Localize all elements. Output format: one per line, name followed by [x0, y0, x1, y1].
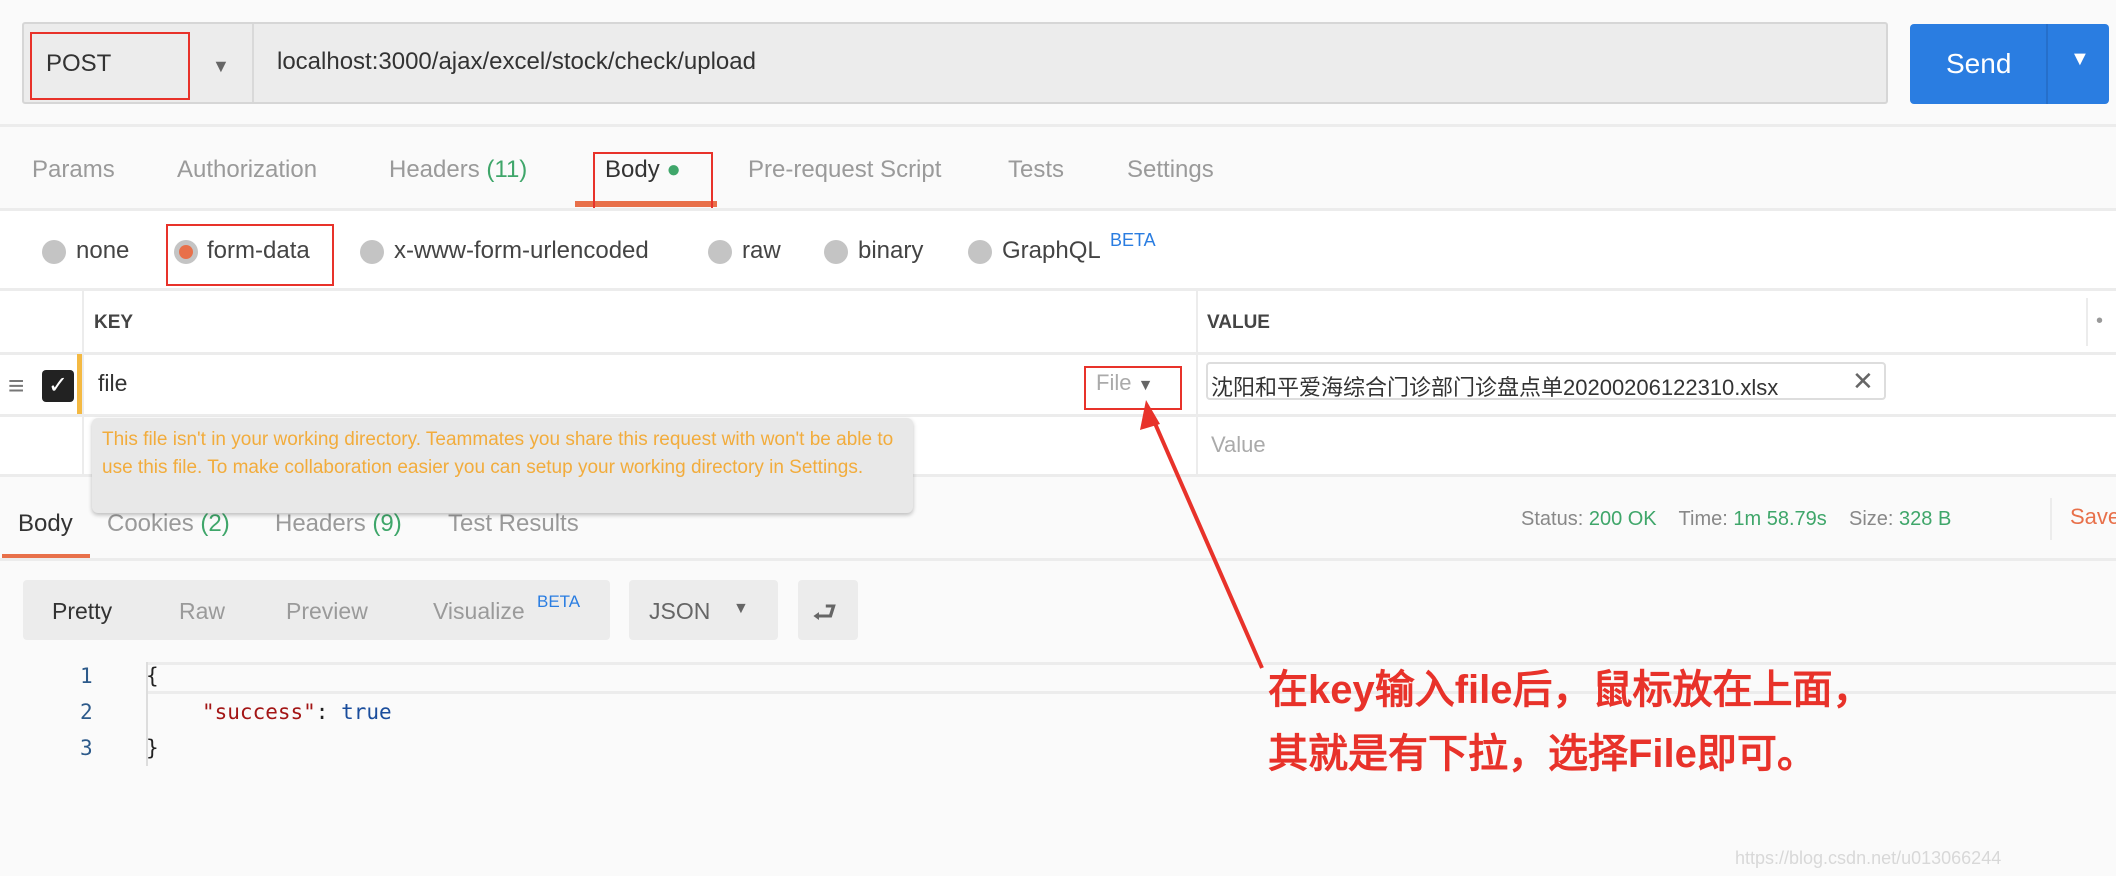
arrow-line — [1148, 411, 1264, 669]
annotation-text: 在key输入file后，鼠标放在上面， 其就是有下拉，选择File即可。 — [1268, 658, 1873, 786]
annotation-line: 其就是有下拉，选择File即可。 — [1268, 732, 1817, 776]
watermark: https://blog.csdn.net/u013066244 — [1735, 848, 2002, 868]
annotation-line: 在key输入file后，鼠标放在上面， — [1268, 668, 1873, 712]
